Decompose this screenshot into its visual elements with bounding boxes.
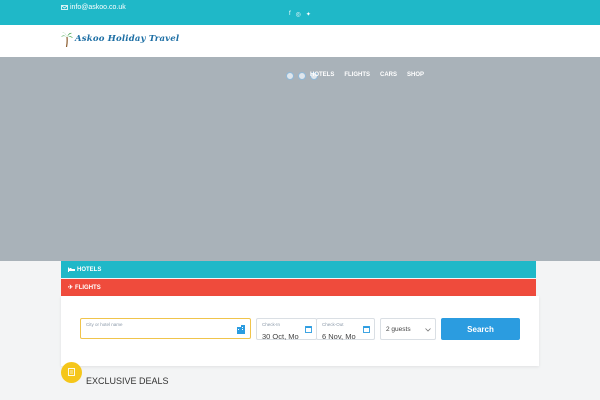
tab-hotels-label: HOTELS bbox=[77, 266, 102, 273]
top-bar: info@askoo.co.uk f ◎ ✦ bbox=[0, 0, 600, 25]
guests-value: 2 guests bbox=[386, 326, 411, 333]
city-field[interactable]: City or hotel name bbox=[80, 318, 251, 339]
tab-hotels[interactable]: HOTELS bbox=[61, 261, 536, 278]
bed-icon bbox=[68, 267, 75, 272]
building-icon bbox=[237, 325, 245, 334]
checkin-value: 30 Oct, Mo bbox=[262, 332, 299, 341]
nav-flights[interactable]: FLIGHTS bbox=[344, 72, 370, 78]
nav-shop[interactable]: SHOP bbox=[407, 72, 424, 78]
envelope-icon bbox=[61, 5, 68, 10]
facebook-icon[interactable]: f bbox=[289, 11, 291, 18]
email-link[interactable]: info@askoo.co.uk bbox=[61, 4, 126, 11]
tab-flights-label: FLIGHTS bbox=[75, 284, 101, 291]
logo[interactable]: Askoo Holiday Travel bbox=[61, 31, 179, 47]
plane-icon: ✈ bbox=[68, 285, 74, 291]
checkout-value: 6 Nov, Mo bbox=[322, 332, 356, 341]
palm-tree-icon bbox=[61, 32, 73, 47]
checkin-label: Check-In bbox=[262, 322, 281, 327]
deals-badge bbox=[61, 361, 82, 383]
twitter-icon[interactable]: ✦ bbox=[306, 11, 311, 18]
tab-flights[interactable]: ✈ FLIGHTS bbox=[61, 279, 536, 296]
section-title: EXCLUSIVE DEALS bbox=[86, 376, 169, 386]
nav-cars[interactable]: CARS bbox=[380, 72, 397, 78]
social-links: f ◎ ✦ bbox=[289, 11, 311, 18]
nav-dot-icon[interactable] bbox=[298, 72, 306, 80]
hero-banner bbox=[0, 57, 600, 261]
document-icon bbox=[68, 368, 75, 376]
nav-hotels[interactable]: HOTELS bbox=[310, 72, 334, 78]
checkout-label: Check-Out bbox=[322, 322, 344, 327]
nav-dot-icon[interactable] bbox=[286, 72, 294, 80]
brand-name: Askoo Holiday Travel bbox=[75, 34, 180, 44]
checkout-field[interactable]: Check-Out 6 Nov, Mo bbox=[316, 318, 375, 341]
city-label: City or hotel name bbox=[86, 322, 123, 327]
instagram-icon[interactable]: ◎ bbox=[296, 11, 301, 18]
calendar-icon bbox=[305, 326, 312, 333]
guests-select[interactable]: 2 guests bbox=[380, 318, 436, 340]
exclusive-deals-heading: EXCLUSIVE DEALS bbox=[61, 358, 169, 386]
chevron-down-icon bbox=[425, 328, 431, 332]
calendar-icon bbox=[363, 326, 370, 333]
email-text: info@askoo.co.uk bbox=[70, 4, 126, 11]
main-nav: HOTELS FLIGHTS CARS SHOP bbox=[310, 72, 424, 78]
search-button[interactable]: Search bbox=[441, 318, 520, 340]
checkin-field[interactable]: Check-In 30 Oct, Mo bbox=[256, 318, 317, 341]
